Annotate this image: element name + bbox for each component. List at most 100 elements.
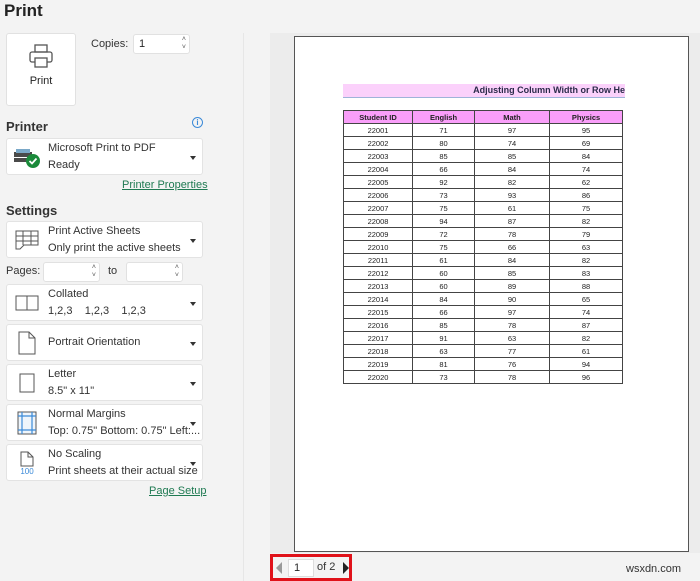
margins-dropdown[interactable]: Normal Margins Top: 0.75" Bottom: 0.75" … [6,404,203,441]
table-cell: 72 [412,227,475,241]
page-title: Print [4,1,43,20]
table-cell: 22014 [343,292,413,306]
table-cell: 66 [412,305,475,319]
table-cell: 92 [412,175,475,189]
table-row: 22014 84 90 65 [343,292,623,306]
printer-name: Microsoft Print to PDF [48,142,156,154]
table-cell: 22008 [343,214,413,228]
table-cell: 87 [474,214,550,228]
orientation-title: Portrait Orientation [48,336,141,348]
next-page-icon[interactable] [343,562,349,574]
table-cell: 82 [549,214,623,228]
preview-table: Student ID English Math Physics 22001 71 97 95… [343,110,623,384]
copies-input[interactable]: 1 ˄ ˅ [133,34,190,54]
table-cell: 81 [412,357,475,371]
table-cell: 22003 [343,149,413,163]
table-cell: 84 [412,292,475,306]
print-button-label: Print [29,75,53,87]
table-cell: 73 [412,370,475,384]
collation-subtitle: 1,2,3 1,2,3 1,2,3 [48,305,146,317]
table-cell: 77 [474,344,550,358]
margins-icon [10,408,44,438]
table-row: 22020 73 78 96 [343,370,623,384]
page-setup-link[interactable]: Page Setup [149,485,207,497]
table-row: 22002 80 74 69 [343,136,623,150]
table-cell: 22013 [343,279,413,293]
table-cell: 74 [549,305,623,319]
pages-to-input[interactable]: ˄ ˅ [126,262,183,282]
portrait-page-icon [10,328,44,358]
table-row: 22005 92 82 62 [343,175,623,189]
copies-label: Copies: [91,38,129,50]
table-row: 22013 60 89 88 [343,279,623,293]
table-row: 22001 71 97 95 [343,123,623,137]
column-header: Student ID [343,110,413,124]
orientation-dropdown[interactable]: Portrait Orientation [6,324,203,361]
print-what-dropdown[interactable]: Print Active Sheets Only print the activ… [6,221,203,258]
settings-section-label: Settings [6,203,58,218]
chevron-down-icon [190,239,196,243]
table-row: 22004 66 84 74 [343,162,623,176]
table-cell: 97 [474,123,550,137]
watermark: wsxdn.com [626,563,682,575]
table-row: 22011 61 84 82 [343,253,623,267]
pages-to-stepper-icon[interactable]: ˄ ˅ [175,264,179,280]
table-row: 22003 85 85 84 [343,149,623,163]
table-cell: 60 [412,266,475,280]
printer-properties-link[interactable]: Printer Properties [122,179,208,191]
table-row: 22007 75 61 75 [343,201,623,215]
sheet-title-bar: Adjusting Column Width or Row He [343,84,625,98]
table-cell: 80 [412,136,475,150]
table-row: 22016 85 78 87 [343,318,623,332]
table-cell: 79 [549,227,623,241]
table-cell: 61 [474,201,550,215]
table-cell: 78 [474,227,550,241]
table-header-row: Student ID English Math Physics [343,110,623,124]
current-page-input[interactable]: 1 [288,559,314,577]
page-count: of 2 [317,561,336,573]
table-cell: 75 [412,240,475,254]
table-cell: 22018 [343,344,413,358]
print-button[interactable]: Print [6,33,76,106]
pages-from-input[interactable]: ˄ ˅ [43,262,100,282]
table-cell: 82 [549,253,623,267]
copies-stepper-icon[interactable]: ˄ ˅ [182,36,186,52]
table-cell: 66 [474,240,550,254]
printer-dropdown[interactable]: Microsoft Print to PDF Ready [6,138,203,175]
collated-icon [10,288,44,318]
chevron-down-icon [190,342,196,346]
table-cell: 22009 [343,227,413,241]
table-cell: 22010 [343,240,413,254]
table-row: 22012 60 85 83 [343,266,623,280]
table-cell: 22019 [343,357,413,371]
table-cell: 22015 [343,305,413,319]
table-row: 22008 94 87 82 [343,214,623,228]
paper-size-dropdown[interactable]: Letter 8.5" x 11" [6,364,203,401]
table-body: 22001 71 97 95 22002 80 74 69 22003 85 85 84 22004 66… [343,123,623,384]
table-cell: 87 [549,318,623,332]
table-row: 22010 75 66 63 [343,240,623,254]
previous-page-icon[interactable] [276,562,282,574]
printer-section-label: Printer [6,119,48,134]
table-cell: 22001 [343,123,413,137]
table-row: 22019 81 76 94 [343,357,623,371]
chevron-down-icon [190,156,196,160]
table-row: 22009 72 78 79 [343,227,623,241]
table-cell: 65 [549,292,623,306]
table-cell: 22016 [343,318,413,332]
table-cell: 22002 [343,136,413,150]
print-what-subtitle: Only print the active sheets [48,242,181,254]
chevron-down-icon [190,382,196,386]
collation-dropdown[interactable]: Collated 1,2,3 1,2,3 1,2,3 [6,284,203,321]
chevron-down-icon [190,462,196,466]
info-icon[interactable]: i [192,117,203,128]
printer-status: Ready [48,159,80,171]
table-cell: 75 [549,201,623,215]
table-cell: 22006 [343,188,413,202]
pages-from-stepper-icon[interactable]: ˄ ˅ [92,264,96,280]
column-header: Physics [549,110,623,124]
table-cell: 63 [474,331,550,345]
scaling-dropdown[interactable]: 100 No Scaling Print sheets at their act… [6,444,203,481]
table-cell: 94 [549,357,623,371]
table-cell: 85 [474,149,550,163]
